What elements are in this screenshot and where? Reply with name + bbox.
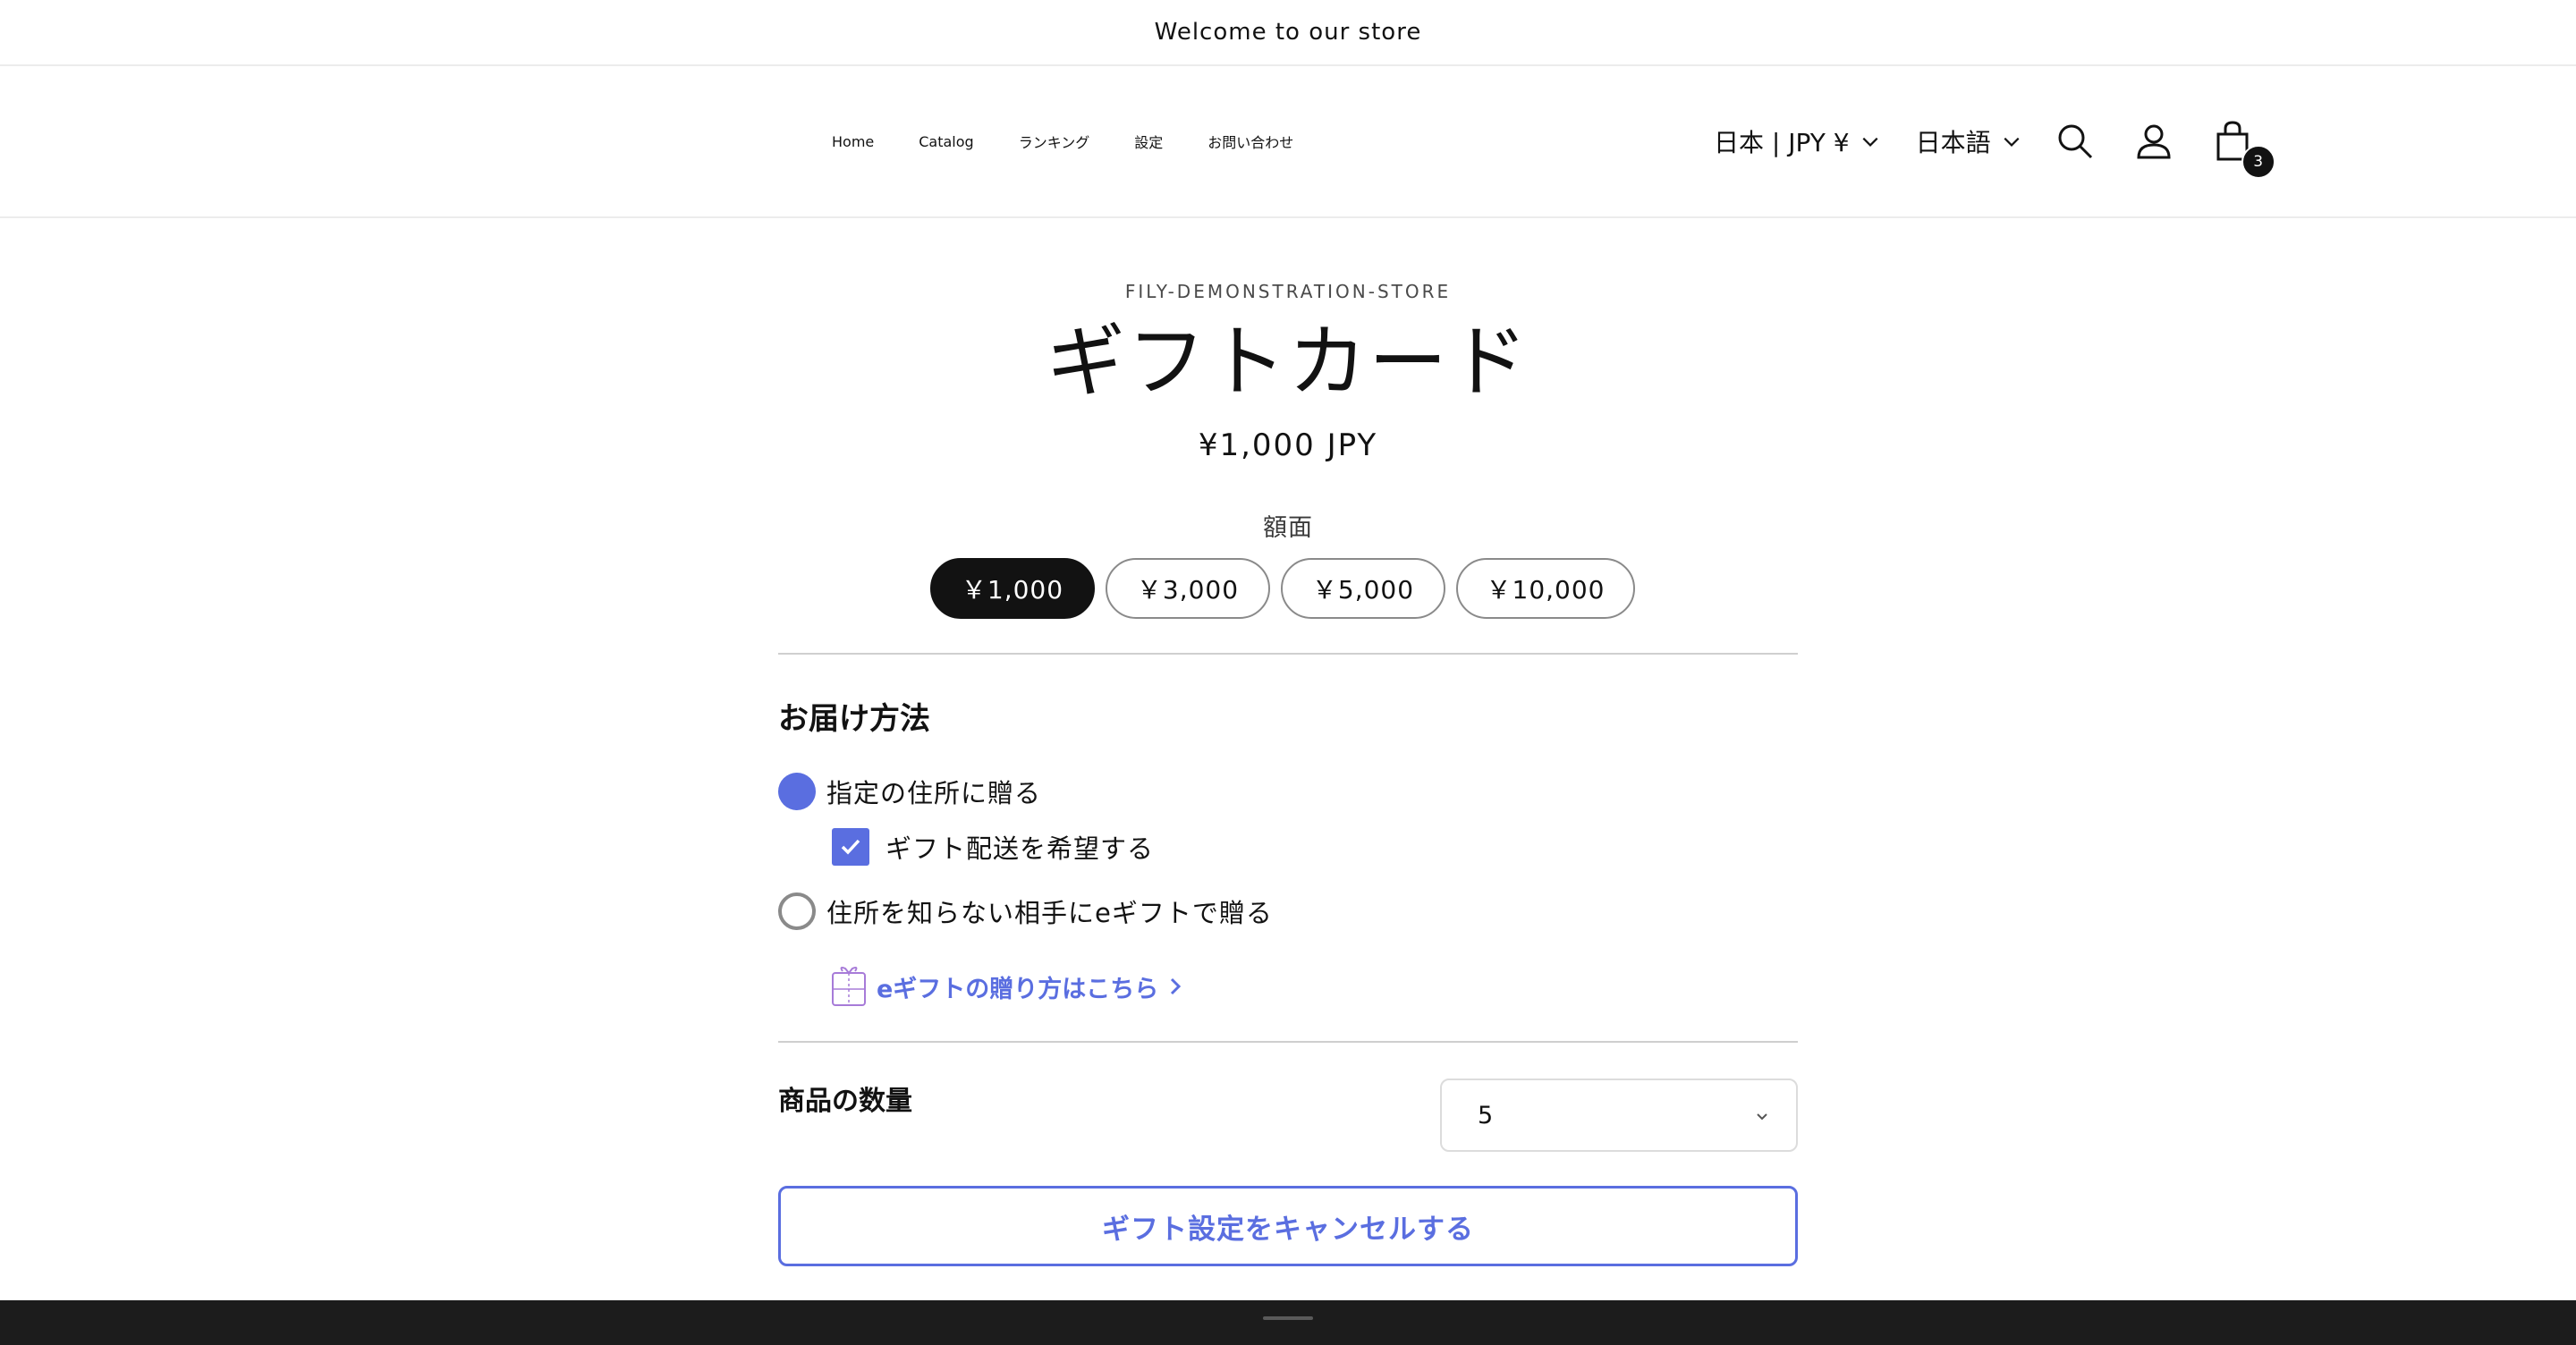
nav-item-settings[interactable]: 設定 xyxy=(1134,131,1163,152)
product-title: ギフトカード xyxy=(1046,316,1530,408)
chevron-down-icon xyxy=(2004,137,2020,147)
chevron-right-icon xyxy=(1171,977,1182,995)
gift-shipping-checkbox[interactable]: ギフト配送を希望する xyxy=(832,828,1154,866)
delivery-option-address[interactable]: 指定の住所に贈る xyxy=(778,773,1041,810)
variant-option-10000[interactable]: ￥10,000 xyxy=(1456,558,1635,619)
bottom-drawer-bar[interactable] xyxy=(0,1300,2576,1345)
site-header: Home Catalog ランキング 設定 お問い合わせ 日本 | JPY ¥ … xyxy=(0,66,2576,218)
radio-unselected-icon xyxy=(778,892,816,930)
quantity-value: 5 xyxy=(1478,1101,1494,1129)
checkbox-checked-icon xyxy=(832,828,869,866)
language-selector-label: 日本語 xyxy=(1915,128,1991,157)
cart-button[interactable]: 3 xyxy=(2211,120,2275,179)
egift-howto-link[interactable]: eギフトの贈り方はこちら xyxy=(830,966,1183,1007)
allgift-logo-icon xyxy=(832,967,866,1006)
nav-item-ranking[interactable]: ランキング xyxy=(1019,131,1090,152)
variant-option-5000[interactable]: ￥5,000 xyxy=(1281,558,1445,619)
country-selector-label: 日本 | JPY ¥ xyxy=(1714,128,1850,157)
chevron-down-icon xyxy=(1757,1113,1767,1121)
announcement-bar: Welcome to our store xyxy=(0,0,2576,66)
delivery-option-egift-label: 住所を知らない相手にeギフトで贈る xyxy=(826,898,1273,928)
cart-count-badge: 3 xyxy=(2241,145,2275,179)
delivery-option-egift[interactable]: 住所を知らない相手にeギフトで贈る xyxy=(778,892,1273,930)
variant-label: 額面 xyxy=(1263,514,1313,542)
gift-shipping-label: ギフト配送を希望する xyxy=(886,833,1155,864)
delivery-heading: お届け方法 xyxy=(778,701,930,737)
chevron-down-icon xyxy=(1862,137,1878,147)
header-utilities: 日本 | JPY ¥ 日本語 3 xyxy=(1714,66,2275,216)
divider xyxy=(778,1041,1798,1043)
divider xyxy=(778,653,1798,655)
variant-option-1000[interactable]: ￥1,000 xyxy=(930,558,1095,619)
egift-link-label: eギフトの贈り方はこちら xyxy=(877,975,1159,1003)
delivery-option-address-label: 指定の住所に贈る xyxy=(826,778,1042,808)
language-selector[interactable]: 日本語 xyxy=(1916,123,2021,159)
cancel-gift-settings-button[interactable]: ギフト設定をキャンセルする xyxy=(778,1186,1798,1266)
variant-options: ￥1,000 ￥3,000 ￥5,000 ￥10,000 xyxy=(930,558,1635,619)
main-nav: Home Catalog ランキング 設定 お問い合わせ xyxy=(832,66,1293,216)
nav-item-catalog[interactable]: Catalog xyxy=(919,133,973,150)
product-price: ¥1,000 JPY xyxy=(1198,427,1378,463)
quantity-select[interactable]: 5 xyxy=(1440,1079,1798,1152)
search-icon xyxy=(2058,124,2092,159)
radio-selected-icon xyxy=(778,773,816,810)
quantity-label: 商品の数量 xyxy=(778,1086,912,1117)
nav-item-home[interactable]: Home xyxy=(832,133,874,150)
account-icon xyxy=(2137,124,2171,159)
account-button[interactable] xyxy=(2132,120,2175,163)
announcement-text: Welcome to our store xyxy=(1154,19,1422,46)
nav-item-contact[interactable]: お問い合わせ xyxy=(1208,131,1293,152)
drawer-handle-icon[interactable] xyxy=(1263,1316,1313,1320)
variant-option-3000[interactable]: ￥3,000 xyxy=(1106,558,1270,619)
country-selector[interactable]: 日本 | JPY ¥ xyxy=(1714,123,1880,159)
search-button[interactable] xyxy=(2054,120,2097,163)
